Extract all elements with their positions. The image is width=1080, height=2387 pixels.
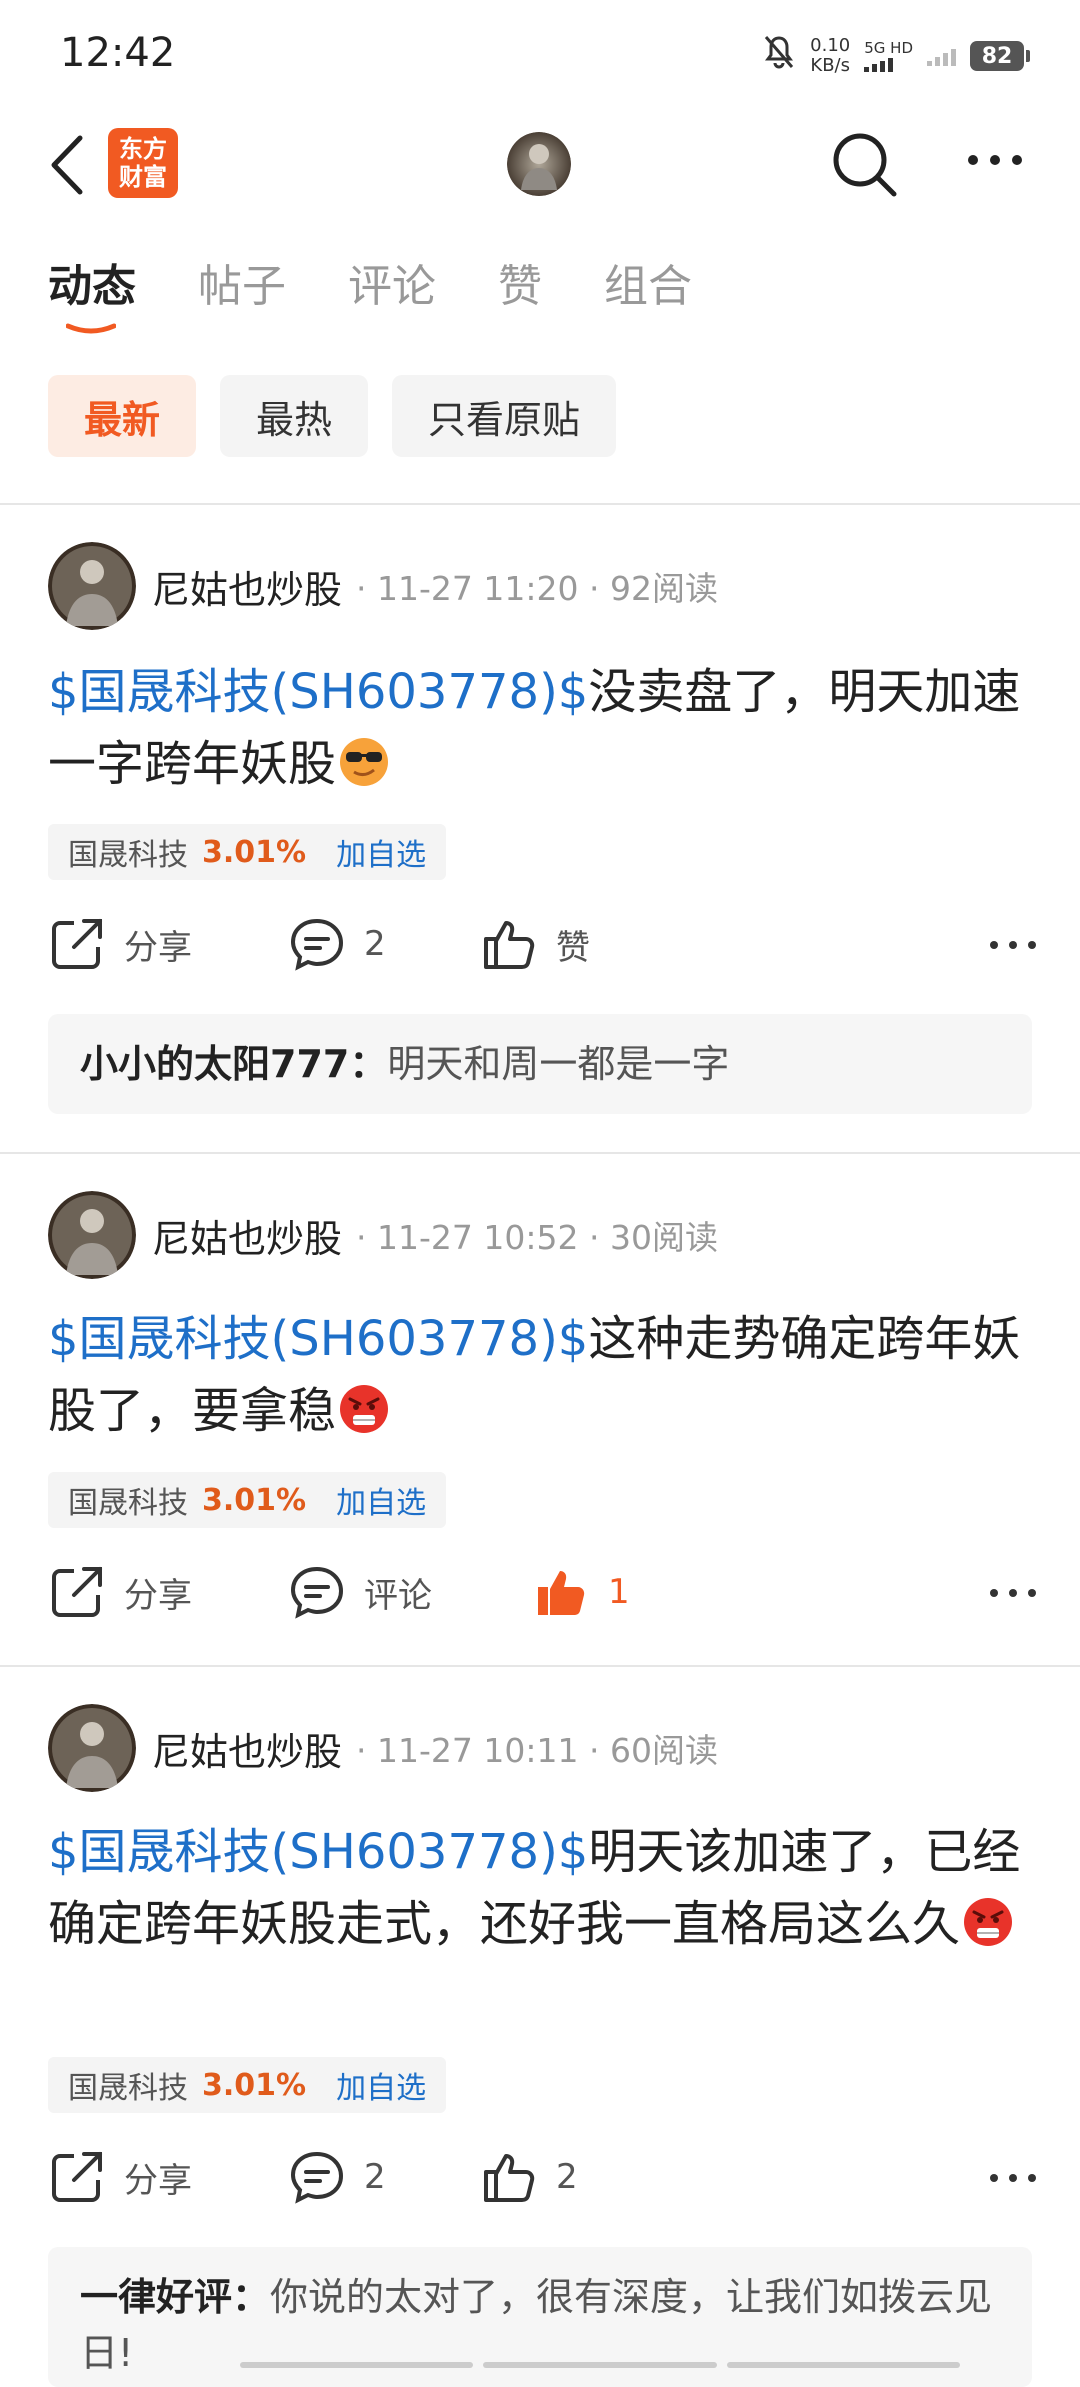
author-name[interactable]: 尼姑也炒股 bbox=[152, 1208, 342, 1263]
commenter-name[interactable]: 一律好评： bbox=[80, 2275, 270, 2319]
stock-ticker-link[interactable]: $国晟科技(SH603778)$ bbox=[48, 664, 588, 720]
add-watchlist-button[interactable]: 加自选 bbox=[336, 1478, 426, 1522]
tab-posts[interactable]: 帖子 bbox=[198, 250, 286, 314]
post-more-icon[interactable] bbox=[988, 2168, 1038, 2188]
author-name[interactable]: 尼姑也炒股 bbox=[152, 559, 342, 614]
signal-icon bbox=[927, 46, 956, 66]
filter-chips: 最新 最热 只看原贴 bbox=[48, 375, 617, 459]
add-watchlist-button[interactable]: 加自选 bbox=[336, 2063, 426, 2107]
cool-emoji-icon bbox=[340, 738, 389, 786]
share-button[interactable]: 分享 bbox=[48, 915, 192, 973]
add-watchlist-button[interactable]: 加自选 bbox=[336, 830, 426, 874]
profile-avatar[interactable] bbox=[507, 132, 571, 196]
post-header: 尼姑也炒股 · 11-27 10:52 · 30阅读 bbox=[48, 1191, 718, 1279]
like-button[interactable]: 2 bbox=[480, 2148, 578, 2206]
stock-ticker-link[interactable]: $国晟科技(SH603778)$ bbox=[48, 1824, 588, 1880]
thumbs-up-filled-icon bbox=[538, 1571, 585, 1615]
post-actions: 分享 评论 1 bbox=[48, 1563, 1038, 1633]
signal-5g-icon: 5G HD bbox=[864, 40, 913, 72]
net-speed: 0.10 KB/s bbox=[810, 35, 851, 76]
post-actions: 分享 2 赞 bbox=[48, 915, 1038, 985]
stock-ticker-link[interactable]: $国晟科技(SH603778)$ bbox=[48, 1311, 588, 1367]
status-bar: 12:42 0.10 KB/s 5G HD 82 bbox=[0, 0, 1080, 110]
divider bbox=[0, 503, 1080, 505]
divider bbox=[0, 1665, 1080, 1667]
author-avatar[interactable] bbox=[48, 1191, 136, 1279]
tab-dynamics[interactable]: 动态 bbox=[48, 250, 136, 314]
post-more-icon[interactable] bbox=[988, 1583, 1038, 1603]
post-header: 尼姑也炒股 · 11-27 10:11 · 60阅读 bbox=[48, 1704, 718, 1792]
thumbs-up-icon bbox=[484, 2154, 535, 2202]
post-content[interactable]: $国晟科技(SH603778)$这种走势确定跨年妖股了，要拿稳 bbox=[48, 1303, 1038, 1447]
like-button[interactable]: 1 bbox=[532, 1563, 630, 1621]
filter-latest[interactable]: 最新 bbox=[48, 375, 197, 457]
comment-icon bbox=[290, 2151, 344, 2204]
author-avatar[interactable] bbox=[48, 542, 136, 630]
tab-indicator bbox=[66, 323, 116, 334]
thumbs-up-icon bbox=[484, 921, 535, 969]
stock-tag[interactable]: 国晟科技 3.01% 加自选 bbox=[48, 2057, 447, 2113]
share-button[interactable]: 分享 bbox=[48, 2148, 192, 2206]
post-meta: · 11-27 11:20 · 92阅读 bbox=[356, 569, 718, 608]
divider bbox=[0, 1152, 1080, 1154]
comment-button[interactable]: 评论 bbox=[288, 1563, 432, 1621]
filter-original-only[interactable]: 只看原贴 bbox=[392, 375, 617, 457]
share-button[interactable]: 分享 bbox=[48, 1563, 192, 1621]
post-meta: · 11-27 10:52 · 30阅读 bbox=[356, 1218, 718, 1257]
tab-comments[interactable]: 评论 bbox=[348, 250, 436, 314]
comment-button[interactable]: 2 bbox=[288, 2148, 386, 2206]
commenter-name[interactable]: 小小的太阳777： bbox=[80, 1042, 387, 1086]
app-logo: 东方财富 bbox=[108, 128, 178, 198]
mute-bell-icon bbox=[762, 34, 796, 79]
page-indicator bbox=[240, 2362, 960, 2368]
status-icons: 0.10 KB/s 5G HD 82 bbox=[762, 34, 1030, 79]
post-actions: 分享 2 2 bbox=[48, 2148, 1038, 2218]
tab-likes[interactable]: 赞 bbox=[498, 250, 542, 314]
filter-hot[interactable]: 最热 bbox=[220, 375, 369, 457]
top-bar: 东方财富 bbox=[0, 110, 1080, 220]
angry-emoji-icon bbox=[340, 1385, 389, 1433]
post-header: 尼姑也炒股 · 11-27 11:20 · 92阅读 bbox=[48, 542, 718, 630]
share-icon bbox=[52, 2152, 102, 2202]
share-icon bbox=[52, 1567, 102, 1617]
more-icon[interactable] bbox=[965, 140, 1025, 180]
post-more-icon[interactable] bbox=[988, 935, 1038, 955]
author-avatar[interactable] bbox=[48, 1704, 136, 1792]
search-icon[interactable] bbox=[830, 130, 900, 200]
comment-preview[interactable]: 小小的太阳777：明天和周一都是一字 bbox=[48, 1014, 1032, 1114]
comment-button[interactable]: 2 bbox=[288, 915, 386, 973]
share-icon bbox=[52, 919, 102, 969]
stock-tag[interactable]: 国晟科技 3.01% 加自选 bbox=[48, 824, 447, 880]
battery-icon: 82 bbox=[970, 41, 1030, 71]
post-content[interactable]: $国晟科技(SH603778)$没卖盘了，明天加速一字跨年妖股 bbox=[48, 656, 1038, 800]
profile-tabs: 动态 帖子 评论 赞 组合 bbox=[0, 250, 1080, 330]
comment-icon bbox=[290, 918, 344, 971]
post-meta: · 11-27 10:11 · 60阅读 bbox=[356, 1731, 718, 1770]
back-icon[interactable] bbox=[44, 132, 94, 198]
comment-text: 明天和周一都是一字 bbox=[387, 1042, 730, 1086]
tab-portfolio[interactable]: 组合 bbox=[604, 250, 692, 314]
status-time: 12:42 bbox=[60, 30, 176, 76]
comment-icon bbox=[290, 1566, 344, 1619]
like-button[interactable]: 赞 bbox=[480, 915, 590, 973]
post-content[interactable]: $国晟科技(SH603778)$明天该加速了，已经确定跨年妖股走式，还好我一直格… bbox=[48, 1816, 1038, 1960]
author-name[interactable]: 尼姑也炒股 bbox=[152, 1721, 342, 1776]
angry-emoji-icon bbox=[964, 1898, 1013, 1946]
stock-tag[interactable]: 国晟科技 3.01% 加自选 bbox=[48, 1472, 447, 1528]
